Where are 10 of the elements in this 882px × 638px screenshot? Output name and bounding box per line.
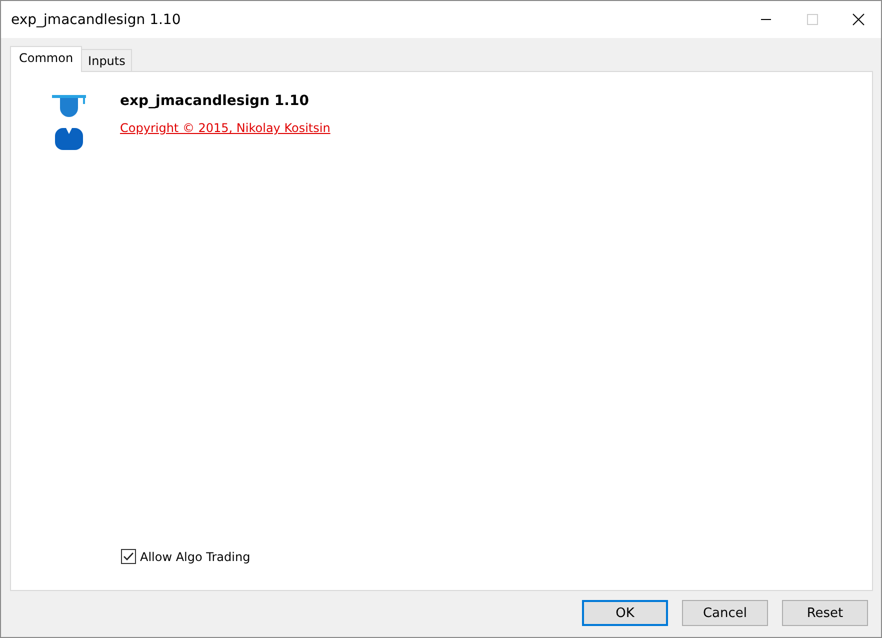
dialog-button[interactable]: Cancel xyxy=(682,600,768,626)
tab[interactable]: Common xyxy=(10,46,82,72)
dialog-button[interactable]: Reset xyxy=(782,600,868,626)
copyright-link[interactable]: Copyright © 2015, Nikolay Kositsin xyxy=(120,121,330,135)
checkbox[interactable] xyxy=(121,549,136,564)
checkbox-label: Allow Algo Trading xyxy=(140,550,250,564)
dialog-button[interactable]: OK xyxy=(582,600,668,626)
window-title: exp_jmacandlesign 1.10 xyxy=(11,12,182,28)
program-name: exp_jmacandlesign 1.10 xyxy=(120,93,310,109)
tab[interactable]: Inputs xyxy=(81,49,132,71)
